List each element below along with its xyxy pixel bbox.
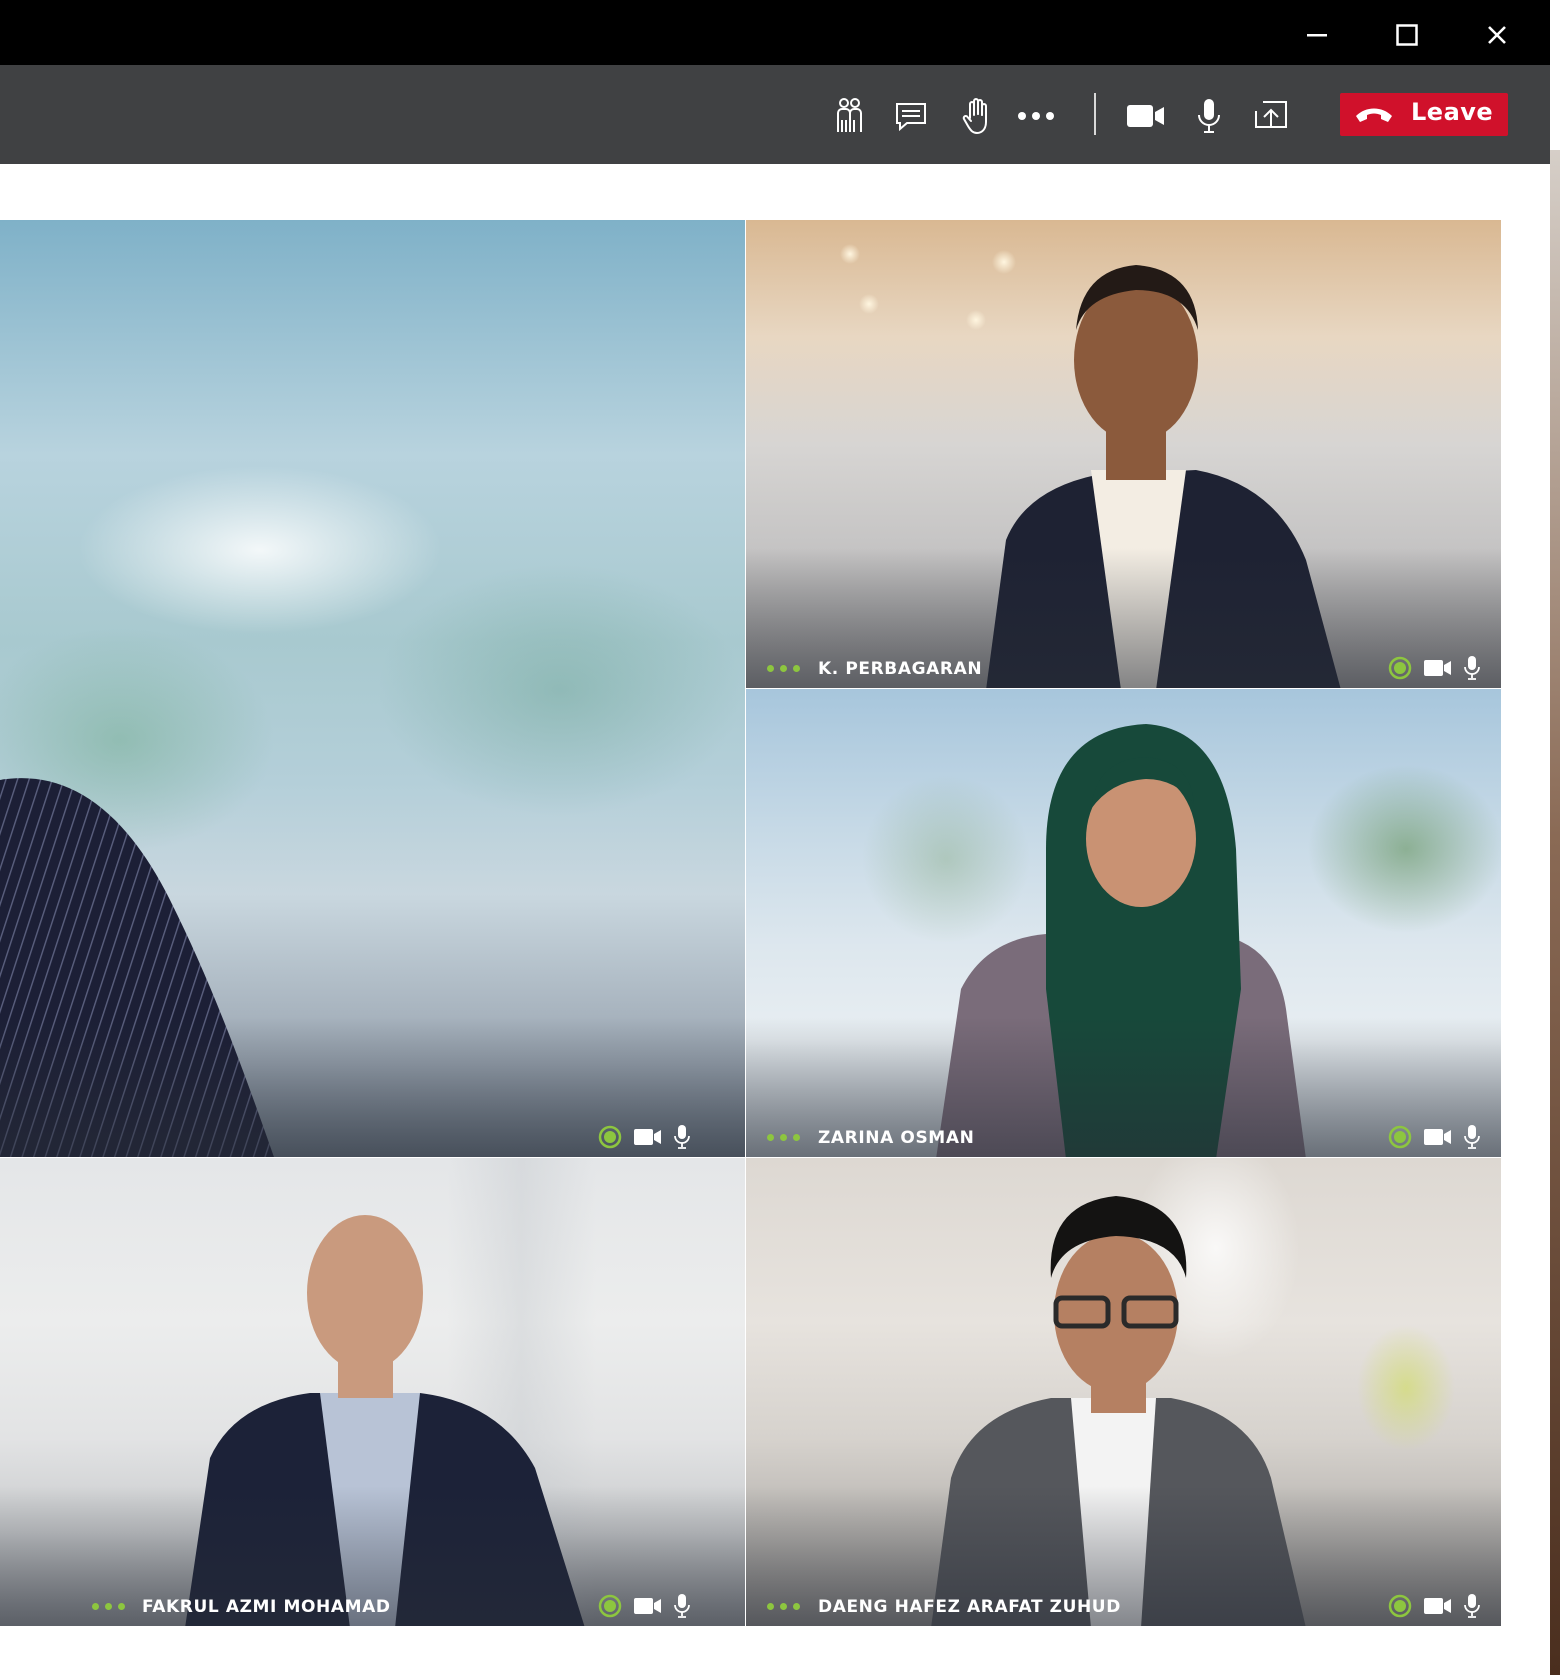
status-indicator-icon <box>598 1125 622 1149</box>
close-button[interactable] <box>1480 18 1514 52</box>
participant-tile-main[interactable] <box>0 220 745 1157</box>
camera-icon <box>1127 105 1164 127</box>
hang-up-icon <box>1356 108 1392 122</box>
maximize-button[interactable] <box>1390 18 1424 52</box>
tile-status-icons <box>1388 656 1480 680</box>
participant-tile-zarina-osman[interactable]: ZARINA OSMAN <box>746 689 1501 1157</box>
participants-button[interactable] <box>824 91 874 141</box>
meeting-window: Leave K. PERBAGARAN ZARINA OSMAN FAKRUL … <box>0 0 1550 1675</box>
tile-status-icons <box>1388 1594 1480 1618</box>
participant-name: K. PERBAGARAN <box>818 659 983 679</box>
share-screen-button[interactable] <box>1246 91 1296 141</box>
participant-name: ZARINA OSMAN <box>818 1128 975 1148</box>
participant-tile-daeng-hafez-arafat-zuhud[interactable]: DAENG HAFEZ ARAFAT ZUHUD <box>746 1158 1501 1626</box>
microphone-icon <box>674 1125 690 1149</box>
activity-dots <box>767 1603 800 1610</box>
more-options-button[interactable] <box>1011 91 1061 141</box>
raise-hand-button[interactable] <box>952 91 1002 141</box>
tile-status-icons <box>598 1125 690 1149</box>
microphone-icon <box>674 1594 690 1618</box>
microphone-icon <box>1464 1125 1480 1149</box>
camera-toggle-button[interactable] <box>1121 91 1171 141</box>
status-indicator-icon <box>1388 1594 1412 1618</box>
camera-icon <box>1424 659 1452 677</box>
participant-name: FAKRUL AZMI MOHAMAD <box>142 1597 391 1617</box>
participant-tile-fakrul-azmi-mohamad[interactable]: FAKRUL AZMI MOHAMAD <box>0 1158 745 1626</box>
status-indicator-icon <box>1388 656 1412 680</box>
title-bar <box>0 0 1550 65</box>
participant-tile-k-perbagaran[interactable]: K. PERBAGARAN <box>746 220 1501 688</box>
camera-icon <box>1424 1597 1452 1615</box>
status-indicator-icon <box>598 1594 622 1618</box>
maximize-icon <box>1396 24 1418 46</box>
toolbar-divider <box>1094 93 1096 135</box>
participant-name: DAENG HAFEZ ARAFAT ZUHUD <box>818 1597 1121 1617</box>
minimize-button[interactable] <box>1300 18 1334 52</box>
tile-status-icons <box>598 1594 690 1618</box>
minimize-icon <box>1307 34 1327 37</box>
microphone-toggle-button[interactable] <box>1184 91 1234 141</box>
more-options-icon <box>1018 112 1054 120</box>
chat-button[interactable] <box>886 91 936 141</box>
status-indicator-icon <box>1388 1125 1412 1149</box>
microphone-icon <box>1198 99 1220 133</box>
share-screen-icon <box>1255 101 1287 128</box>
leave-label: Leave <box>1411 98 1494 126</box>
camera-icon <box>634 1128 662 1146</box>
microphone-icon <box>1464 1594 1480 1618</box>
tile-status-icons <box>1388 1125 1480 1149</box>
activity-dots <box>92 1603 125 1610</box>
activity-dots <box>767 665 800 672</box>
chat-icon <box>896 103 926 132</box>
participants-icon <box>837 98 862 132</box>
meeting-toolbar <box>0 65 1550 164</box>
close-icon <box>1488 26 1506 44</box>
camera-icon <box>634 1597 662 1615</box>
background-edge <box>1550 150 1560 1675</box>
leave-button[interactable]: Leave <box>1340 93 1508 136</box>
raise-hand-icon <box>962 98 987 135</box>
activity-dots <box>767 1134 800 1141</box>
camera-icon <box>1424 1128 1452 1146</box>
microphone-icon <box>1464 656 1480 680</box>
